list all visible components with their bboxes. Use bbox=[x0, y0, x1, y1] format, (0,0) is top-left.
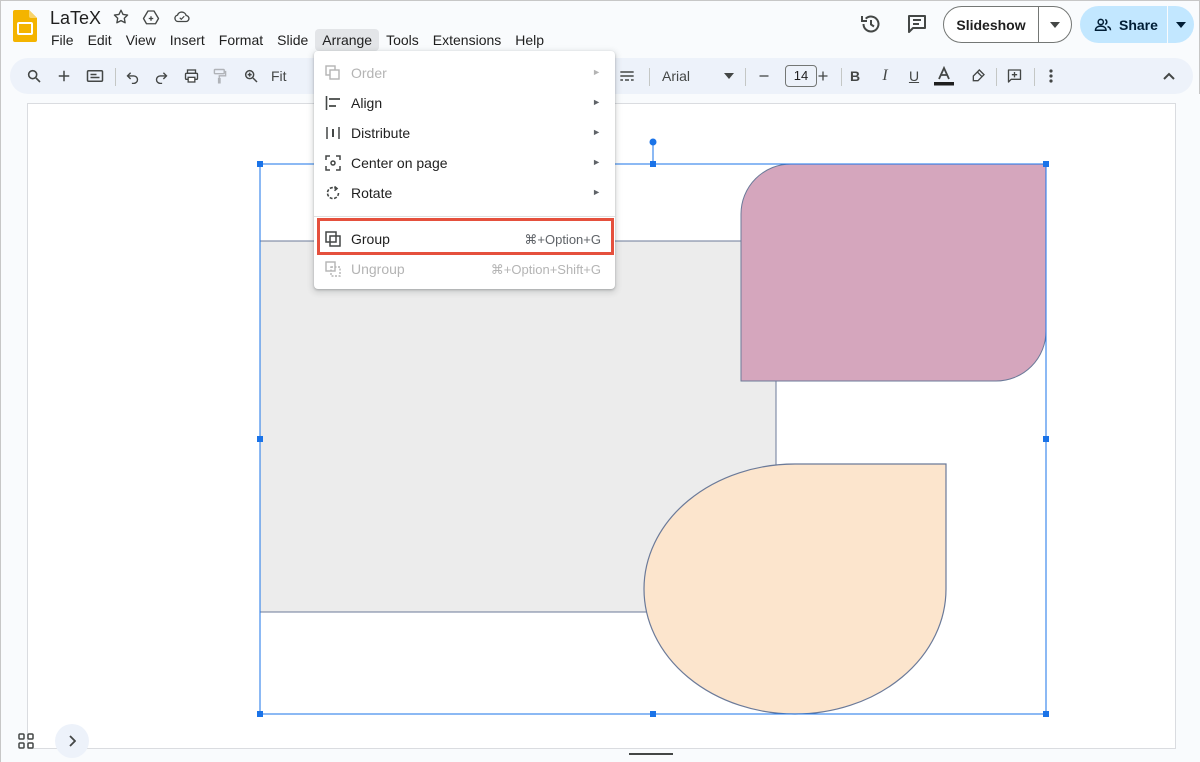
peach-teardrop-shape[interactable] bbox=[643, 463, 947, 715]
resize-handle-top-right[interactable] bbox=[1043, 161, 1049, 167]
menu-item-group[interactable]: Group ⌘+Option+G bbox=[314, 224, 615, 254]
menu-item-center-on-page[interactable]: Center on page ► bbox=[314, 148, 615, 178]
menu-item-distribute[interactable]: Distribute ► bbox=[314, 118, 615, 148]
menu-item-group-label: Group bbox=[351, 231, 390, 247]
submenu-arrow-icon: ► bbox=[592, 127, 601, 137]
menu-item-distribute-label: Distribute bbox=[351, 125, 411, 141]
resize-handle-top[interactable] bbox=[650, 161, 656, 167]
menu-item-center-on-page-label: Center on page bbox=[351, 155, 448, 171]
chevron-right-icon bbox=[69, 735, 76, 747]
order-icon bbox=[325, 65, 340, 80]
resize-handle-top-left[interactable] bbox=[257, 161, 263, 167]
arrange-menu: Order ► Align ► Distribute ► Center on p… bbox=[314, 51, 615, 289]
expand-filmstrip-button[interactable] bbox=[55, 724, 89, 758]
menu-divider bbox=[314, 216, 615, 217]
grid-view-icon bbox=[18, 733, 34, 749]
group-icon bbox=[325, 231, 341, 247]
resize-handle-left[interactable] bbox=[257, 436, 263, 442]
menu-item-rotate[interactable]: Rotate ► bbox=[314, 178, 615, 208]
menu-item-rotate-label: Rotate bbox=[351, 185, 393, 201]
submenu-arrow-icon: ► bbox=[592, 157, 601, 167]
group-shortcut: ⌘+Option+G bbox=[524, 232, 601, 247]
ungroup-icon bbox=[325, 261, 341, 277]
ungroup-shortcut: ⌘+Option+Shift+G bbox=[490, 262, 601, 277]
speaker-notes-handle[interactable] bbox=[629, 753, 673, 755]
submenu-arrow-icon: ► bbox=[592, 187, 601, 197]
menu-item-align-label: Align bbox=[351, 95, 383, 111]
rotate-handle[interactable] bbox=[649, 138, 657, 146]
distribute-icon bbox=[326, 127, 340, 139]
grid-view-button[interactable] bbox=[9, 724, 43, 758]
center-icon bbox=[325, 155, 341, 171]
submenu-arrow-icon: ► bbox=[592, 97, 601, 107]
rotate-icon bbox=[326, 185, 340, 200]
menu-item-align[interactable]: Align ► bbox=[314, 88, 615, 118]
resize-handle-right[interactable] bbox=[1043, 436, 1049, 442]
resize-handle-bottom-right[interactable] bbox=[1043, 711, 1049, 717]
menu-item-ungroup-label: Ungroup bbox=[351, 261, 405, 277]
align-icon bbox=[325, 96, 340, 110]
pink-rounded-shape[interactable] bbox=[740, 163, 1047, 382]
menu-item-ungroup[interactable]: Ungroup ⌘+Option+Shift+G bbox=[314, 254, 615, 284]
menu-item-order-label: Order bbox=[351, 65, 387, 81]
submenu-arrow-icon: ► bbox=[592, 67, 601, 77]
resize-handle-bottom[interactable] bbox=[650, 711, 656, 717]
resize-handle-bottom-left[interactable] bbox=[257, 711, 263, 717]
menu-item-order[interactable]: Order ► bbox=[314, 58, 615, 88]
